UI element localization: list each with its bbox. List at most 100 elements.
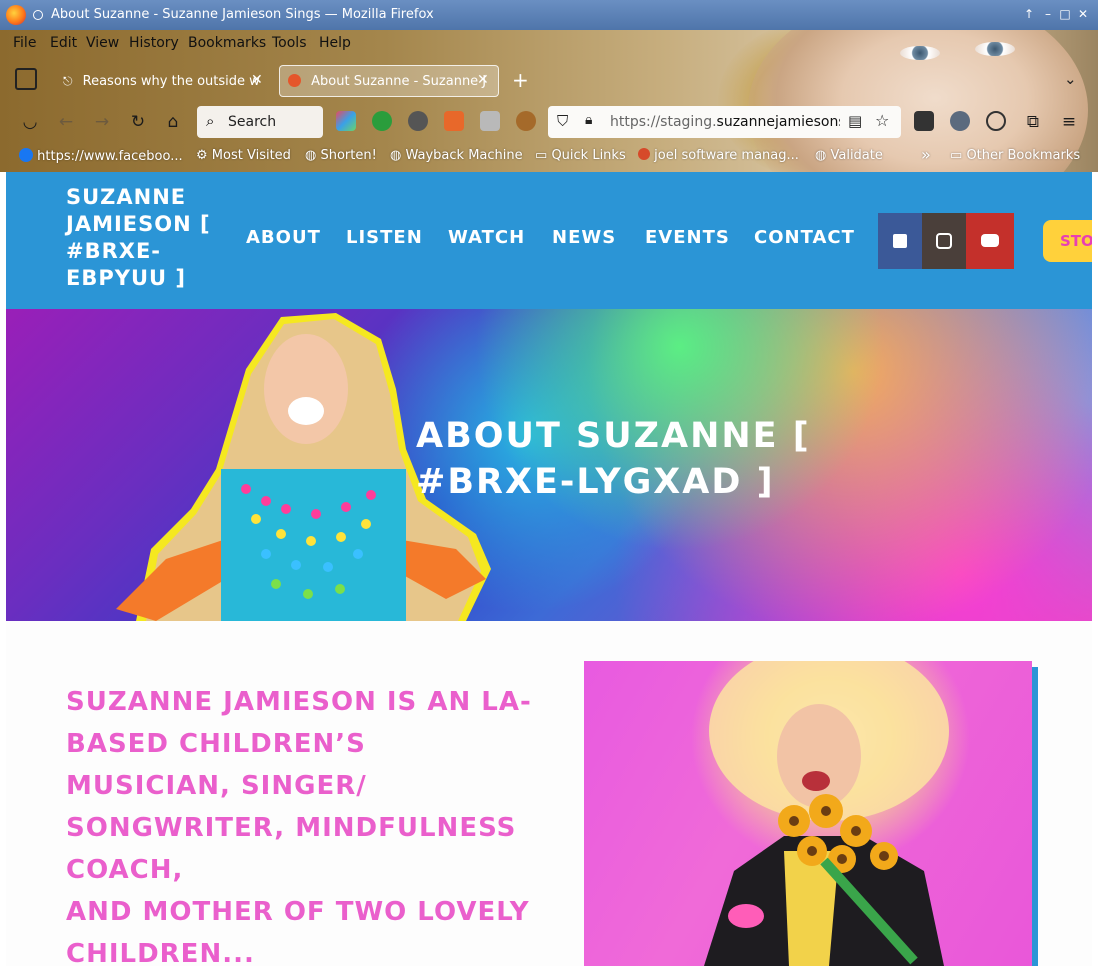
facebook-icon xyxy=(19,148,33,162)
web-page: Suzanne Jamieson [ #BRXE-EBPYUU ] About … xyxy=(6,172,1092,966)
site-favicon xyxy=(288,74,301,87)
nav-events[interactable]: Events xyxy=(645,227,730,248)
hero-banner: About Suzanne [ #BRXE-LYGXAD ] xyxy=(6,309,1092,621)
forward-icon[interactable]: → xyxy=(91,111,113,133)
instagram-button[interactable] xyxy=(922,213,966,269)
list-tabs-icon[interactable]: ⌄ xyxy=(1064,70,1077,88)
menu-tools[interactable]: Tools xyxy=(272,35,307,51)
more-bookmarks-icon[interactable]: » xyxy=(921,145,931,164)
bookmark-facebook[interactable]: https://www.faceboo... xyxy=(19,148,183,164)
settings-extension-icon[interactable] xyxy=(408,111,428,131)
url-bar[interactable]: ⛉ 🔒︎ https://staging.suzannejamiesonsi ▤… xyxy=(548,106,901,138)
bookmark-most-visited[interactable]: ⚙ Most Visited xyxy=(196,148,291,163)
lock-icon[interactable]: 🔒︎ xyxy=(585,112,592,128)
markdown-extension-icon[interactable] xyxy=(914,111,934,131)
firefox-logo-icon xyxy=(6,5,26,25)
site-logo[interactable]: Suzanne Jamieson [ #BRXE-EBPYUU ] xyxy=(66,184,216,292)
account-icon[interactable] xyxy=(986,111,1006,131)
globe-icon: ◍ xyxy=(815,148,827,163)
maximize-button[interactable]: □ xyxy=(1057,5,1073,23)
url-text: https://staging.suzannejamiesonsi xyxy=(610,114,840,130)
search-icon: ⌕ xyxy=(206,112,215,130)
extension-icon[interactable] xyxy=(444,111,464,131)
folder-icon: ▭ xyxy=(535,148,548,163)
extensions-puzzle-icon[interactable]: ⧉ xyxy=(1022,111,1044,133)
bookmark-label: Other Bookmarks xyxy=(966,148,1081,163)
theme-eye-decoration xyxy=(900,46,940,60)
lead-line: and mother of two lovely children... xyxy=(66,897,530,966)
bookmark-joel[interactable]: joel software manag... xyxy=(638,148,799,163)
pocket-icon[interactable]: ◡ xyxy=(19,111,41,133)
nav-watch[interactable]: Watch xyxy=(448,227,525,248)
check-extension-icon[interactable] xyxy=(950,111,970,131)
minimize-button[interactable]: – xyxy=(1040,5,1056,23)
about-photo xyxy=(584,661,1032,966)
facebook-button[interactable] xyxy=(878,213,922,269)
store-button[interactable]: Sto xyxy=(1043,220,1092,262)
theme-eye-decoration xyxy=(975,42,1015,56)
menu-edit[interactable]: Edit xyxy=(50,35,77,51)
youtube-icon xyxy=(981,234,999,247)
keep-above-button[interactable]: ↑ xyxy=(1021,5,1037,23)
youtube-button[interactable] xyxy=(966,213,1014,269)
nav-listen[interactable]: Listen xyxy=(346,227,423,248)
menu-help[interactable]: Help xyxy=(319,35,351,51)
extension-icon[interactable] xyxy=(336,111,356,131)
menu-history[interactable]: History xyxy=(129,35,179,51)
website-icon: ⎋ xyxy=(63,74,73,88)
tab-reasons[interactable]: ⎋ Reasons why the outside w xyxy=(55,65,270,97)
menu-view[interactable]: View xyxy=(86,35,119,51)
browser-chrome: File Edit View History Bookmarks Tools H… xyxy=(0,30,1098,172)
globe-icon: ◍ xyxy=(305,148,317,163)
tab-label: About Suzanne - Suzanne J xyxy=(311,74,487,89)
reload-icon[interactable]: ↻ xyxy=(127,111,149,133)
close-tab-icon[interactable]: ✕ xyxy=(477,72,489,88)
app-menu-icon[interactable]: ≡ xyxy=(1058,111,1080,133)
url-prefix: https://staging. xyxy=(610,114,717,130)
monkey-extension-icon[interactable] xyxy=(516,111,536,131)
close-window-button[interactable]: ✕ xyxy=(1075,5,1091,23)
bookmark-validate[interactable]: ◍ Validate xyxy=(815,148,883,163)
search-box[interactable]: ⌕ Search xyxy=(197,106,323,138)
nav-contact[interactable]: Contact xyxy=(754,227,855,248)
reader-extension-icon[interactable] xyxy=(480,111,500,131)
bookmark-quick-links[interactable]: ▭ Quick Links xyxy=(535,148,626,163)
back-icon[interactable]: ← xyxy=(55,111,77,133)
firefox-view-icon[interactable] xyxy=(15,68,37,90)
hero-title: About Suzanne [ #BRXE-LYGXAD ] xyxy=(416,416,811,502)
about-lead-text: Suzanne Jamieson is an LA-based children… xyxy=(66,681,536,966)
bookmark-star-icon[interactable]: ☆ xyxy=(875,111,889,130)
instagram-icon xyxy=(936,233,952,249)
bookmark-wayback[interactable]: ◍ Wayback Machine xyxy=(390,148,523,163)
nav-news[interactable]: News xyxy=(552,227,616,248)
globe-icon: ◍ xyxy=(390,148,402,163)
folder-icon: ▭ xyxy=(950,148,963,163)
bookmark-label: Most Visited xyxy=(211,148,291,163)
facebook-icon xyxy=(893,234,907,248)
gear-icon: ⚙ xyxy=(196,148,208,163)
lead-line: Suzanne Jamieson is an LA-based children… xyxy=(66,687,532,885)
reader-view-icon[interactable]: ▤ xyxy=(848,112,862,130)
new-tab-icon[interactable]: + xyxy=(512,68,529,92)
extension-icon[interactable] xyxy=(372,111,392,131)
nav-about[interactable]: About xyxy=(246,227,321,248)
shield-icon[interactable]: ⛉ xyxy=(557,112,568,130)
photo-accent-edge xyxy=(1032,667,1038,966)
about-photo-art xyxy=(704,661,949,966)
search-label: Search xyxy=(228,114,277,130)
bookmark-label: joel software manag... xyxy=(654,148,799,163)
site-header: Suzanne Jamieson [ #BRXE-EBPYUU ] About … xyxy=(6,172,1092,309)
bookmark-label: Shorten! xyxy=(320,148,377,163)
window-menu-icon[interactable] xyxy=(33,10,43,20)
bookmark-label: Quick Links xyxy=(551,148,626,163)
menu-file[interactable]: File xyxy=(13,35,36,51)
bookmark-other[interactable]: ▭ Other Bookmarks xyxy=(950,148,1080,163)
bookmark-label: Wayback Machine xyxy=(405,148,523,163)
bookmark-shorten[interactable]: ◍ Shorten! xyxy=(305,148,377,163)
home-icon[interactable]: ⌂ xyxy=(162,111,184,133)
tab-about-suzanne[interactable]: About Suzanne - Suzanne J xyxy=(279,65,499,97)
window-title: About Suzanne - Suzanne Jamieson Sings —… xyxy=(51,7,434,22)
menu-bookmarks[interactable]: Bookmarks xyxy=(188,35,266,51)
window-titlebar: About Suzanne - Suzanne Jamieson Sings —… xyxy=(0,0,1098,30)
close-tab-icon[interactable]: ✕ xyxy=(251,72,263,88)
